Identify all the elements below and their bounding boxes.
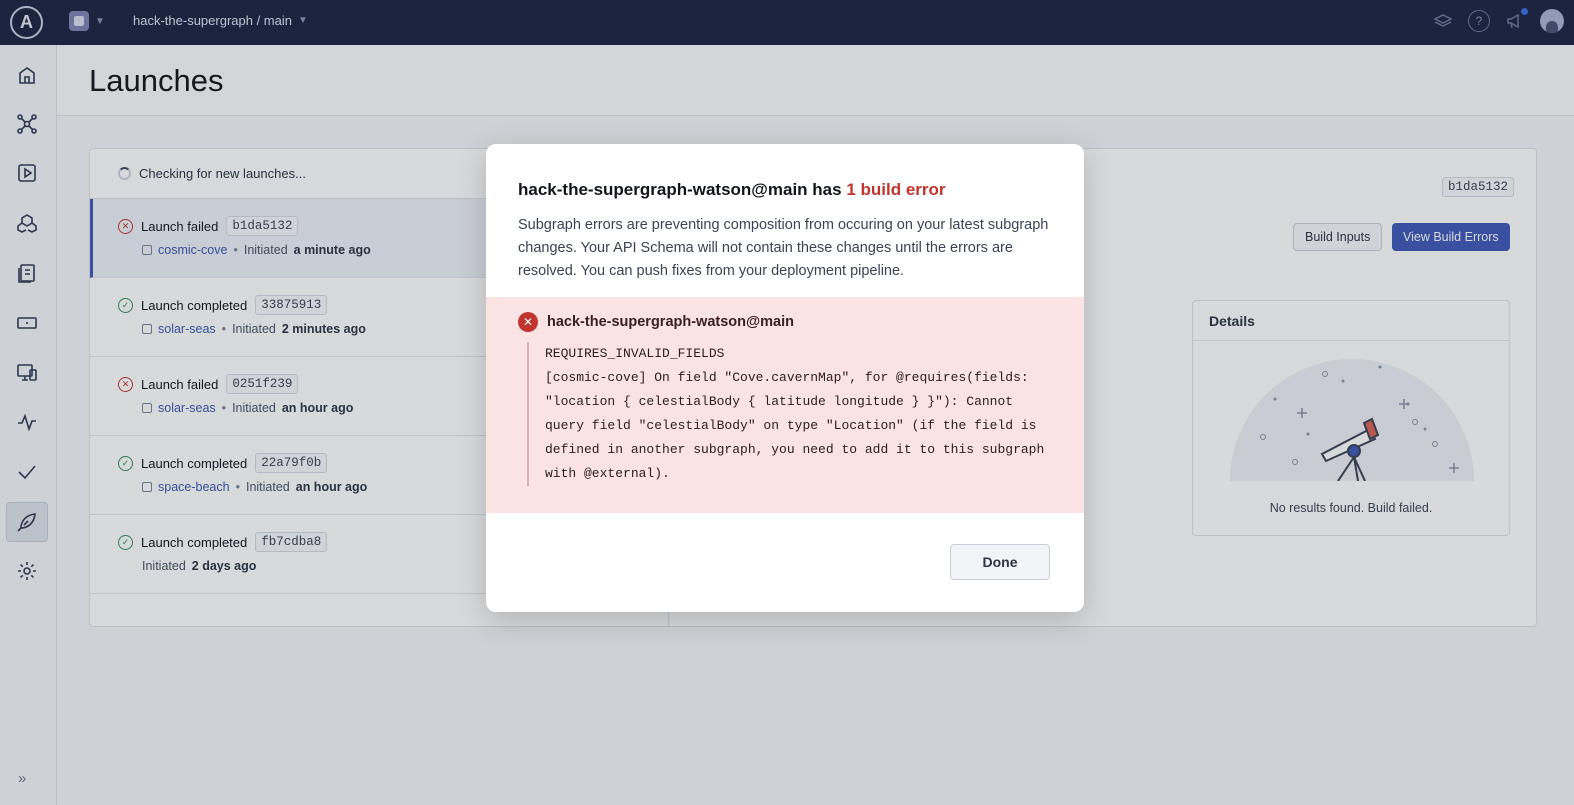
build-error-modal: hack-the-supergraph-watson@main has 1 bu… <box>486 144 1084 612</box>
error-variant: hack-the-supergraph-watson@main <box>547 314 794 330</box>
modal-title: hack-the-supergraph-watson@main has 1 bu… <box>518 180 946 200</box>
error-message: REQUIRES_INVALID_FIELDS [cosmic-cove] On… <box>527 342 1057 486</box>
done-button[interactable]: Done <box>950 544 1050 580</box>
error-count: 1 build error <box>846 180 946 199</box>
error-panel: ✕ hack-the-supergraph-watson@main REQUIR… <box>486 297 1084 513</box>
error-heading: ✕ hack-the-supergraph-watson@main <box>518 312 794 332</box>
modal-description: Subgraph errors are preventing compositi… <box>518 217 1049 279</box>
error-icon: ✕ <box>518 312 538 332</box>
modal-title-text: hack-the-supergraph-watson@main has <box>518 180 847 199</box>
